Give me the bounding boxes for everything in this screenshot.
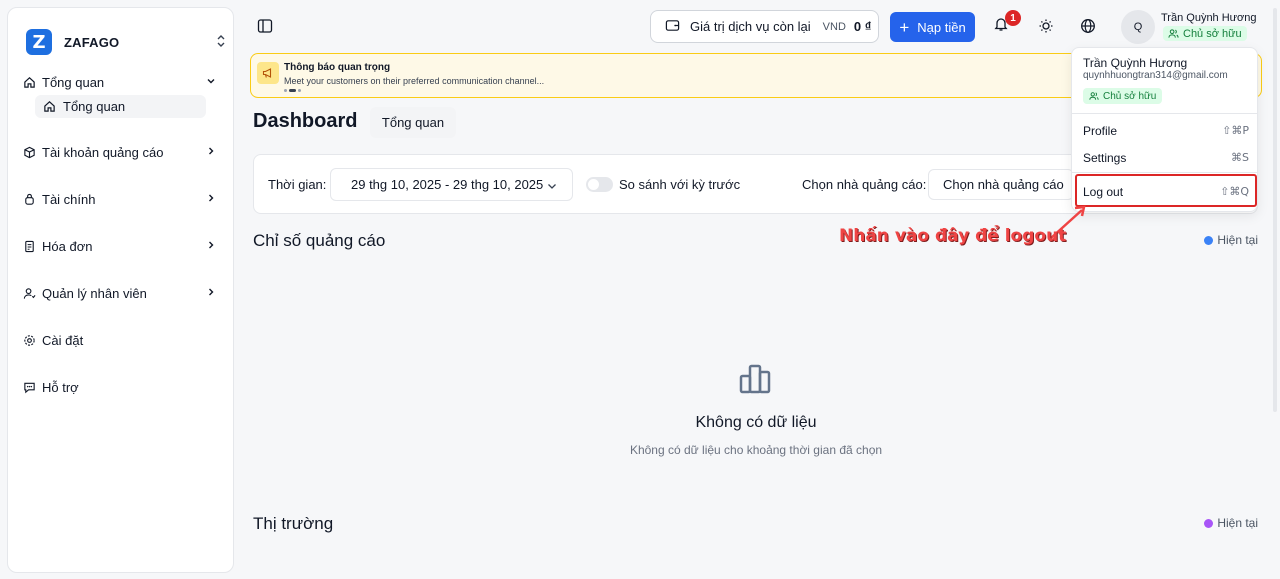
- sidebar-item-label: Cài đặt: [42, 332, 84, 348]
- carousel-dot[interactable]: [298, 89, 301, 92]
- sidebar-item-support[interactable]: Hỗ trợ: [20, 376, 221, 398]
- chevron-right-icon: [205, 286, 217, 301]
- compare-label: So sánh với kỳ trước: [619, 177, 741, 192]
- home-icon: [43, 100, 57, 114]
- brand-name: ZAFAGO: [64, 34, 120, 50]
- sidebar: Z ZAFAGO Tổng quan Tổng quan Tài khoản q…: [7, 7, 234, 573]
- message-icon: [22, 380, 36, 394]
- megaphone-icon: [257, 62, 279, 84]
- wallet-icon: [22, 192, 36, 206]
- sidebar-subitem-label: Tổng quan: [63, 99, 126, 114]
- balance-label: Giá trị dịch vụ còn lại: [690, 19, 811, 34]
- ad-metrics-legend: Hiện tại: [1204, 233, 1258, 247]
- legend-label: Hiện tại: [1217, 233, 1258, 247]
- user-name[interactable]: Trần Quỳnh Hương: [1161, 12, 1257, 24]
- notification-badge: 1: [1005, 10, 1021, 26]
- compare-toggle[interactable]: [586, 177, 613, 192]
- role-badge: Chủ sở hữu: [1163, 26, 1247, 41]
- shortcut-hint: ⌘S: [1231, 151, 1249, 164]
- dropdown-role-badge: Chủ sở hữu: [1083, 88, 1163, 104]
- box-icon: [22, 145, 36, 159]
- legend-dot: [1204, 518, 1214, 528]
- sun-icon[interactable]: [1038, 18, 1054, 39]
- chevron-right-icon: [205, 239, 217, 254]
- chevron-right-icon: [205, 145, 217, 160]
- plus-icon: +: [899, 17, 910, 37]
- dropdown-user-email: quynhhuongtran314@gmail.com: [1083, 70, 1228, 81]
- advertiser-select[interactable]: Chọn nhà quảng cáo: [928, 169, 1074, 200]
- menu-item-label: Settings: [1083, 151, 1127, 165]
- divider: [1072, 172, 1257, 173]
- sidebar-item-label: Hỗ trợ: [42, 379, 79, 395]
- sidebar-item-finance[interactable]: Tài chính: [20, 188, 221, 210]
- balance-amount: 0 ₫: [853, 19, 872, 34]
- bar-chart-icon: [738, 362, 774, 401]
- chevron-up-down-icon[interactable]: [216, 34, 226, 51]
- tab-overview[interactable]: Tổng quan: [370, 107, 456, 138]
- announcement-text: Meet your customers on their preferred c…: [284, 76, 545, 86]
- chevron-right-icon: [205, 192, 217, 207]
- market-legend: Hiện tại: [1204, 516, 1258, 530]
- workspace-switcher[interactable]: Z ZAFAGO: [26, 22, 226, 62]
- legend-label: Hiện tại: [1217, 516, 1258, 530]
- menu-item-settings[interactable]: Settings ⌘S: [1083, 151, 1249, 165]
- sidebar-item-label: Hóa đơn: [42, 238, 93, 254]
- carousel-dots[interactable]: [284, 89, 301, 92]
- advertiser-value: Chọn nhà quảng cáo: [943, 177, 1064, 192]
- carousel-dot[interactable]: [284, 89, 287, 92]
- receipt-icon: [22, 239, 36, 253]
- divider: [1072, 113, 1257, 114]
- sidebar-item-overview[interactable]: Tổng quan: [20, 71, 221, 93]
- page-title: Dashboard: [253, 110, 358, 132]
- user-icon: [22, 286, 36, 300]
- sidebar-item-settings[interactable]: Cài đặt: [20, 329, 221, 351]
- market-title: Thị trường: [253, 514, 334, 533]
- service-balance[interactable]: Giá trị dịch vụ còn lại VND 0 ₫: [650, 10, 879, 43]
- home-icon: [22, 75, 36, 89]
- sidebar-subitem-overview[interactable]: Tổng quan: [35, 95, 206, 118]
- users-icon: [1168, 28, 1179, 39]
- time-label: Thời gian:: [268, 177, 327, 192]
- sidebar-item-label: Tổng quan: [42, 74, 105, 90]
- sidebar-nav: Tổng quan Tổng quan Tài khoản quảng cáo …: [8, 68, 233, 398]
- sidebar-item-label: Tài chính: [42, 191, 96, 207]
- sidebar-item-label: Tài khoản quảng cáo: [42, 144, 164, 160]
- advertiser-label: Chọn nhà quảng cáo:: [802, 177, 927, 192]
- date-range-value: 29 thg 10, 2025 - 29 thg 10, 2025: [351, 177, 544, 192]
- chevron-down-icon: [546, 180, 558, 195]
- gear-icon: [22, 333, 36, 347]
- globe-icon[interactable]: [1080, 18, 1096, 39]
- menu-item-profile[interactable]: Profile ⇧⌘P: [1083, 124, 1249, 138]
- announcement-title: Thông báo quan trọng: [284, 62, 391, 73]
- role-label: Chủ sở hữu: [1183, 27, 1242, 40]
- chevron-down-icon: [205, 75, 217, 90]
- brand-logo: Z: [26, 29, 52, 55]
- annotation-text: Nhấn vào đây để logout: [839, 226, 1067, 246]
- empty-state-title: Không có dữ liệu: [695, 414, 817, 431]
- sidebar-item-ad-accounts[interactable]: Tài khoản quảng cáo: [20, 141, 221, 163]
- wallet-icon: [665, 18, 680, 36]
- sidebar-toggle-icon[interactable]: [255, 16, 275, 36]
- date-range-picker[interactable]: 29 thg 10, 2025 - 29 thg 10, 2025: [330, 168, 573, 201]
- sidebar-item-staff[interactable]: Quản lý nhân viên: [20, 282, 221, 304]
- topup-button[interactable]: + Nạp tiền: [890, 12, 975, 42]
- ad-metrics-title: Chỉ số quảng cáo: [253, 231, 386, 250]
- users-icon: [1089, 91, 1099, 101]
- scrollbar[interactable]: [1273, 8, 1277, 412]
- app-root: Z ZAFAGO Tổng quan Tổng quan Tài khoản q…: [0, 0, 1280, 579]
- sidebar-item-invoices[interactable]: Hóa đơn: [20, 235, 221, 257]
- sidebar-item-label: Quản lý nhân viên: [42, 285, 147, 301]
- menu-item-label: Profile: [1083, 124, 1118, 138]
- empty-state-description: Không có dữ liệu cho khoảng thời gian đã…: [629, 443, 883, 457]
- dropdown-user-name: Trần Quỳnh Hương: [1083, 56, 1188, 70]
- legend-dot: [1204, 235, 1214, 245]
- dropdown-role-label: Chủ sở hữu: [1103, 90, 1157, 102]
- avatar[interactable]: Q: [1121, 10, 1155, 44]
- logout-highlight-box: [1075, 174, 1257, 207]
- shortcut-hint: ⇧⌘P: [1222, 124, 1249, 137]
- balance-currency: VND: [822, 20, 846, 33]
- carousel-dot-active[interactable]: [289, 89, 296, 92]
- topup-label: Nạp tiền: [917, 19, 966, 35]
